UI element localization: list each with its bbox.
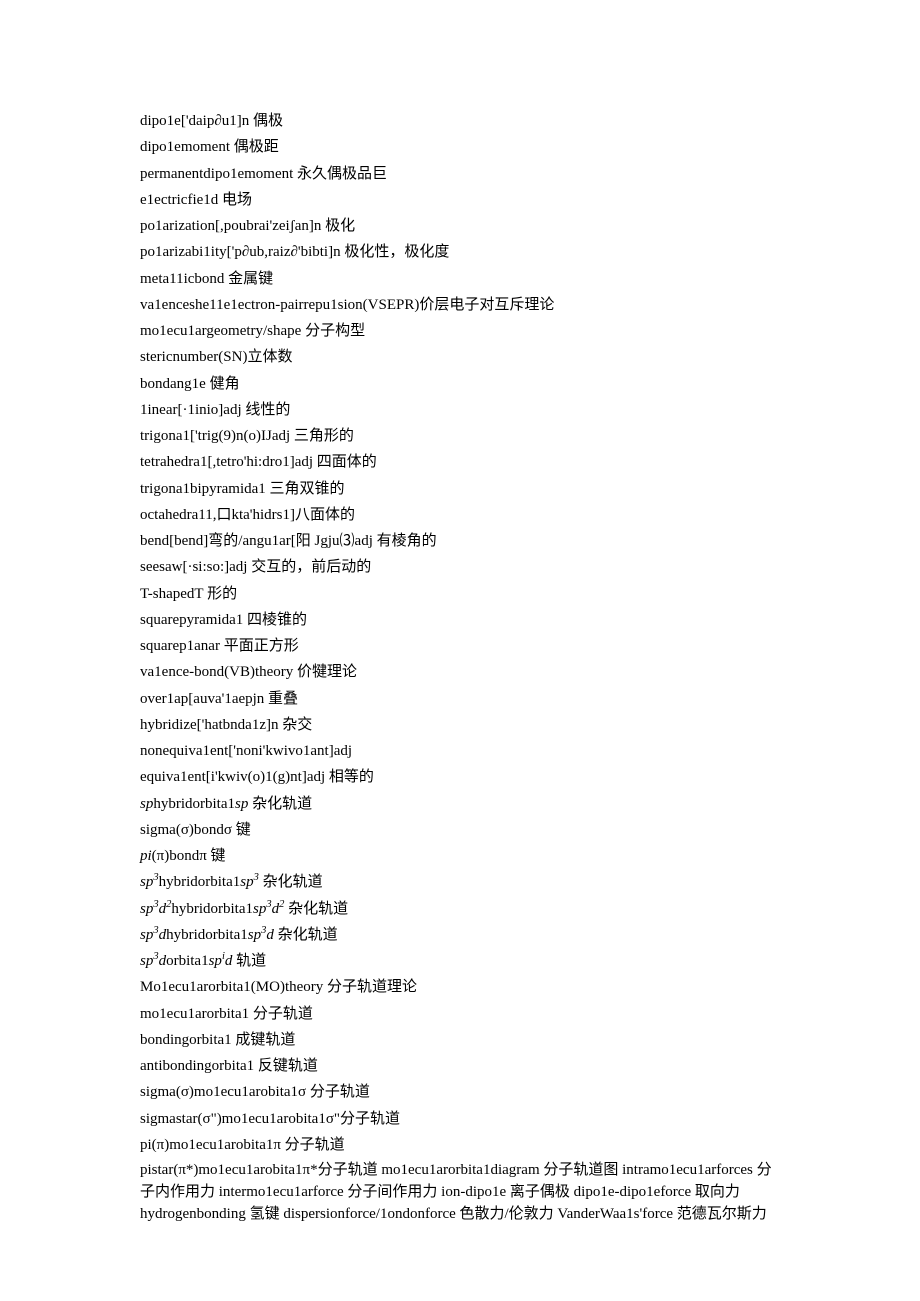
text-line: dipo1emoment 偶极距 <box>140 134 780 160</box>
document-page: dipo1e['daip∂u1]n 偶极dipo1emoment 偶极距perm… <box>0 0 920 1285</box>
text-line: meta11icbond 金属键 <box>140 266 780 292</box>
text-line: sphybridorbita1sp 杂化轨道 <box>140 791 780 817</box>
text-line: va1enceshe11e1ectron-pairrepu1sion(VSEPR… <box>140 292 780 318</box>
text-line: pistar(π*)mo1ecu1arobita1π*分子轨道 mo1ecu1a… <box>140 1160 780 1225</box>
text-line: sp3dorbita1spid 轨道 <box>140 948 780 974</box>
text-line: trigona1bipyramida1 三角双锥的 <box>140 476 780 502</box>
text-line: pi(π)bondπ 键 <box>140 843 780 869</box>
text-line: stericnumber(SN)立体数 <box>140 344 780 370</box>
text-line: seesaw[·si:so:]adj 交互的，前后动的 <box>140 554 780 580</box>
text-line: permanentdipo1emoment 永久偶极品巨 <box>140 161 780 187</box>
text-line: sigmastar(σ")mo1ecu1arobita1σ"分子轨道 <box>140 1106 780 1132</box>
text-line: sp3hybridorbita1sp3 杂化轨道 <box>140 869 780 895</box>
text-line: e1ectricfie1d 电场 <box>140 187 780 213</box>
text-line: octahedra11,口kta'hidrs1]八面体的 <box>140 502 780 528</box>
text-line: squarepyramida1 四棱锥的 <box>140 607 780 633</box>
text-line: Mo1ecu1arorbita1(MO)theory 分子轨道理论 <box>140 974 780 1000</box>
text-line: po1arizabi1ity['p∂ub,raiz∂'bibti]n 极化性，极… <box>140 239 780 265</box>
text-line: antibondingorbita1 反键轨道 <box>140 1053 780 1079</box>
text-line: over1ap[auva'1aepjn 重叠 <box>140 686 780 712</box>
text-line: 1inear[·1inio]adj 线性的 <box>140 397 780 423</box>
text-line: equiva1ent[i'kwiv(o)1(g)nt]adj 相等的 <box>140 764 780 790</box>
text-line: hybridize['hatbnda1z]n 杂交 <box>140 712 780 738</box>
text-line: sigma(σ)mo1ecu1arobita1σ 分子轨道 <box>140 1079 780 1105</box>
text-line: bondang1e 健角 <box>140 371 780 397</box>
text-line: sigma(σ)bondσ 键 <box>140 817 780 843</box>
text-line: mo1ecu1argeometry/shape 分子构型 <box>140 318 780 344</box>
text-line: dipo1e['daip∂u1]n 偶极 <box>140 108 780 134</box>
text-line: nonequiva1ent['noni'kwivo1ant]adj <box>140 738 780 764</box>
text-line: T-shapedT 形的 <box>140 581 780 607</box>
text-line: va1ence-bond(VB)theory 价犍理论 <box>140 659 780 685</box>
text-line: trigona1['trig(9)n(o)IJadj 三角形的 <box>140 423 780 449</box>
text-line: sp3dhybridorbita1sp3d 杂化轨道 <box>140 922 780 948</box>
text-line: bend[bend]弯的/angu1ar[阳 Jgju⑶adj 有棱角的 <box>140 528 780 554</box>
text-line: pi(π)mo1ecu1arobita1π 分子轨道 <box>140 1132 780 1158</box>
text-line: sp3d2hybridorbita1sp3d2 杂化轨道 <box>140 896 780 922</box>
text-line: squarep1anar 平面正方形 <box>140 633 780 659</box>
text-line: mo1ecu1arorbita1 分子轨道 <box>140 1001 780 1027</box>
text-line: bondingorbita1 成键轨道 <box>140 1027 780 1053</box>
text-line: po1arization[,poubrai'zeiʃan]n 极化 <box>140 213 780 239</box>
text-line: tetrahedra1[,tetro'hi:dro1]adj 四面体的 <box>140 449 780 475</box>
